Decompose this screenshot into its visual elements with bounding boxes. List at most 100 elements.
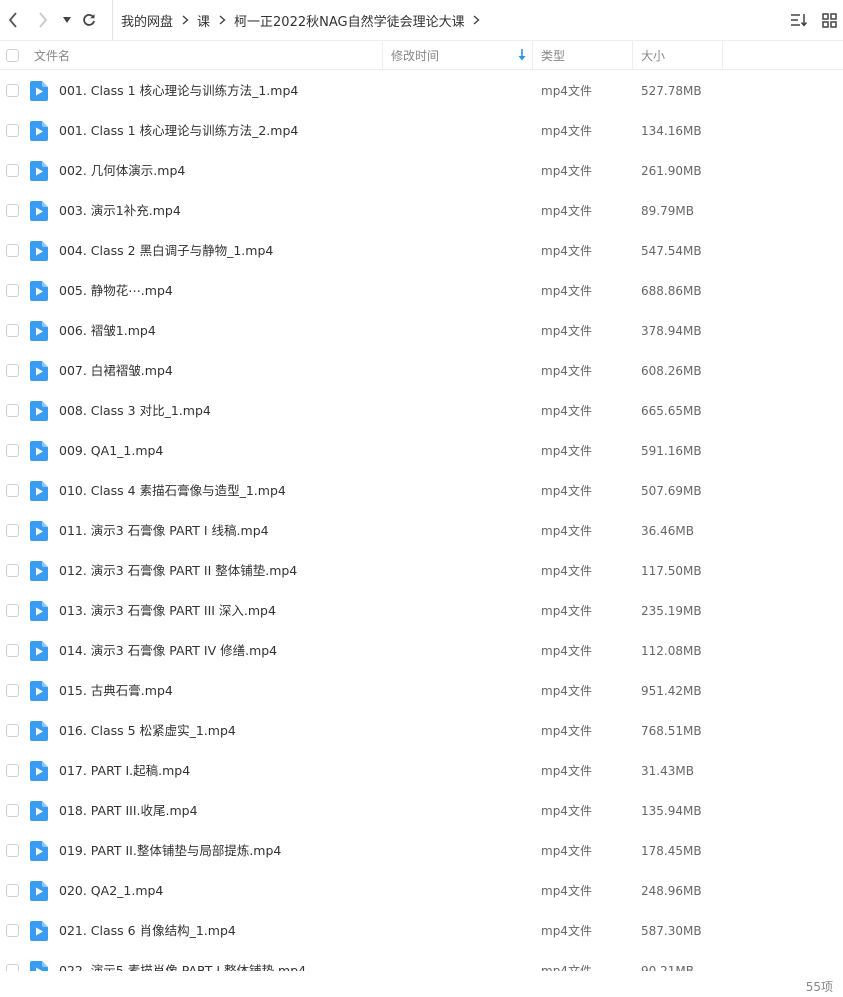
file-row[interactable]: 022. 演示5 素描肖像 PART I 整体铺垫.mp4 mp4文件 90.21M…: [0, 951, 843, 971]
row-checkbox[interactable]: [6, 204, 19, 217]
file-name[interactable]: 014. 演示3 石膏像 PART IV 修缮.mp4: [59, 631, 277, 671]
file-name[interactable]: 005. 静物花⋯.mp4: [59, 271, 173, 311]
file-name[interactable]: 019. PART II.整体铺垫与局部提炼.mp4: [59, 831, 281, 871]
breadcrumb-separator-icon: [218, 15, 226, 25]
row-checkbox[interactable]: [6, 924, 19, 937]
history-dropdown-button[interactable]: [58, 8, 76, 32]
row-checkbox[interactable]: [6, 84, 19, 97]
row-checkbox[interactable]: [6, 244, 19, 257]
file-row[interactable]: 019. PART II.整体铺垫与局部提炼.mp4 mp4文件 178.45MB: [0, 831, 843, 871]
video-file-icon: [30, 961, 48, 971]
breadcrumb-item-current-folder[interactable]: 柯一正2022秋NAG自然学徒会理论大课: [234, 11, 465, 30]
file-row[interactable]: 016. Class 5 松紧虚实_1.mp4 mp4文件 768.51MB: [0, 711, 843, 751]
file-name[interactable]: 001. Class 1 核心理论与训练方法_1.mp4: [59, 71, 298, 111]
forward-button[interactable]: [32, 8, 54, 32]
file-row[interactable]: 001. Class 1 核心理论与训练方法_2.mp4 mp4文件 134.16M…: [0, 111, 843, 151]
file-row[interactable]: 021. Class 6 肖像结构_1.mp4 mp4文件 587.30MB: [0, 911, 843, 951]
column-header-type[interactable]: 类型: [532, 41, 632, 70]
file-name[interactable]: 016. Class 5 松紧虚实_1.mp4: [59, 711, 236, 751]
row-checkbox[interactable]: [6, 284, 19, 297]
video-file-icon: [30, 201, 48, 221]
file-row[interactable]: 007. 白裙褶皱.mp4 mp4文件 608.26MB: [0, 351, 843, 391]
row-checkbox[interactable]: [6, 364, 19, 377]
row-checkbox[interactable]: [6, 684, 19, 697]
file-row[interactable]: 002. 几何体演示.mp4 mp4文件 261.90MB: [0, 151, 843, 191]
grid-view-button[interactable]: [817, 8, 841, 32]
file-row[interactable]: 018. PART III.收尾.mp4 mp4文件 135.94MB: [0, 791, 843, 831]
file-name[interactable]: 017. PART I.起稿.mp4: [59, 751, 190, 791]
file-row[interactable]: 010. Class 4 素描石膏像与造型_1.mp4 mp4文件 507.69MB: [0, 471, 843, 511]
file-name[interactable]: 022. 演示5 素描肖像 PART I 整体铺垫.mp4: [59, 951, 306, 971]
file-row[interactable]: 001. Class 1 核心理论与训练方法_1.mp4 mp4文件 527.78M…: [0, 71, 843, 111]
row-checkbox[interactable]: [6, 564, 19, 577]
file-name[interactable]: 015. 古典石膏.mp4: [59, 671, 173, 711]
file-row[interactable]: 004. Class 2 黑白调子与静物_1.mp4 mp4文件 547.54MB: [0, 231, 843, 271]
file-row[interactable]: 012. 演示3 石膏像 PART II 整体铺垫.mp4 mp4文件 117.50…: [0, 551, 843, 591]
row-checkbox[interactable]: [6, 124, 19, 137]
file-type: mp4文件: [541, 244, 592, 258]
file-name[interactable]: 003. 演示1补充.mp4: [59, 191, 181, 231]
file-name[interactable]: 020. QA2_1.mp4: [59, 871, 163, 911]
file-name[interactable]: 013. 演示3 石膏像 PART III 深入.mp4: [59, 591, 276, 631]
select-all-checkbox[interactable]: [6, 49, 19, 62]
file-name[interactable]: 006. 褶皱1.mp4: [59, 311, 156, 351]
file-row[interactable]: 015. 古典石膏.mp4 mp4文件 951.42MB: [0, 671, 843, 711]
file-row[interactable]: 020. QA2_1.mp4 mp4文件 248.96MB: [0, 871, 843, 911]
refresh-button[interactable]: [78, 8, 100, 32]
row-checkbox[interactable]: [6, 644, 19, 657]
file-name[interactable]: 021. Class 6 肖像结构_1.mp4: [59, 911, 236, 951]
file-row[interactable]: 017. PART I.起稿.mp4 mp4文件 31.43MB: [0, 751, 843, 791]
file-name[interactable]: 001. Class 1 核心理论与训练方法_2.mp4: [59, 111, 298, 151]
sort-button[interactable]: [787, 8, 811, 32]
file-row[interactable]: 008. Class 3 对比_1.mp4 mp4文件 665.65MB: [0, 391, 843, 431]
file-size: 117.50MB: [641, 564, 702, 578]
row-checkbox[interactable]: [6, 764, 19, 777]
breadcrumb-item-root[interactable]: 我的网盘: [121, 11, 173, 30]
file-type: mp4文件: [541, 884, 592, 898]
row-checkbox[interactable]: [6, 884, 19, 897]
video-file-icon: [30, 361, 48, 381]
row-checkbox[interactable]: [6, 964, 19, 971]
file-name[interactable]: 007. 白裙褶皱.mp4: [59, 351, 173, 391]
file-row[interactable]: 011. 演示3 石膏像 PART I 线稿.mp4 mp4文件 36.46MB: [0, 511, 843, 551]
file-row[interactable]: 009. QA1_1.mp4 mp4文件 591.16MB: [0, 431, 843, 471]
file-name[interactable]: 008. Class 3 对比_1.mp4: [59, 391, 211, 431]
row-checkbox[interactable]: [6, 484, 19, 497]
file-row[interactable]: 006. 褶皱1.mp4 mp4文件 378.94MB: [0, 311, 843, 351]
breadcrumb-item-course[interactable]: 课: [197, 11, 210, 30]
column-header-size[interactable]: 大小: [632, 41, 722, 70]
file-name[interactable]: 010. Class 4 素描石膏像与造型_1.mp4: [59, 471, 286, 511]
video-file-icon: [30, 441, 48, 461]
file-type: mp4文件: [541, 164, 592, 178]
file-name[interactable]: 009. QA1_1.mp4: [59, 431, 163, 471]
row-checkbox[interactable]: [6, 444, 19, 457]
video-file-icon: [30, 241, 48, 261]
row-checkbox[interactable]: [6, 324, 19, 337]
video-file-icon: [30, 761, 48, 781]
row-checkbox[interactable]: [6, 844, 19, 857]
video-file-icon: [30, 801, 48, 821]
row-checkbox[interactable]: [6, 604, 19, 617]
back-button[interactable]: [2, 8, 24, 32]
row-checkbox[interactable]: [6, 524, 19, 537]
file-name[interactable]: 011. 演示3 石膏像 PART I 线稿.mp4: [59, 511, 269, 551]
file-size: 178.45MB: [641, 844, 702, 858]
row-checkbox[interactable]: [6, 404, 19, 417]
row-checkbox[interactable]: [6, 164, 19, 177]
row-checkbox[interactable]: [6, 804, 19, 817]
file-type: mp4文件: [541, 604, 592, 618]
video-file-icon: [30, 281, 48, 301]
file-size: 235.19MB: [641, 604, 702, 618]
file-row[interactable]: 005. 静物花⋯.mp4 mp4文件 688.86MB: [0, 271, 843, 311]
file-row[interactable]: 013. 演示3 石膏像 PART III 深入.mp4 mp4文件 235.19M…: [0, 591, 843, 631]
file-name[interactable]: 002. 几何体演示.mp4: [59, 151, 185, 191]
file-row[interactable]: 014. 演示3 石膏像 PART IV 修缮.mp4 mp4文件 112.08MB: [0, 631, 843, 671]
file-name[interactable]: 004. Class 2 黑白调子与静物_1.mp4: [59, 231, 273, 271]
file-size: 378.94MB: [641, 324, 702, 338]
column-header-name[interactable]: 文件名: [34, 41, 382, 70]
file-row[interactable]: 003. 演示1补充.mp4 mp4文件 89.79MB: [0, 191, 843, 231]
file-name[interactable]: 018. PART III.收尾.mp4: [59, 791, 198, 831]
row-checkbox[interactable]: [6, 724, 19, 737]
file-name[interactable]: 012. 演示3 石膏像 PART II 整体铺垫.mp4: [59, 551, 297, 591]
column-header-modified[interactable]: 修改时间: [382, 41, 532, 70]
